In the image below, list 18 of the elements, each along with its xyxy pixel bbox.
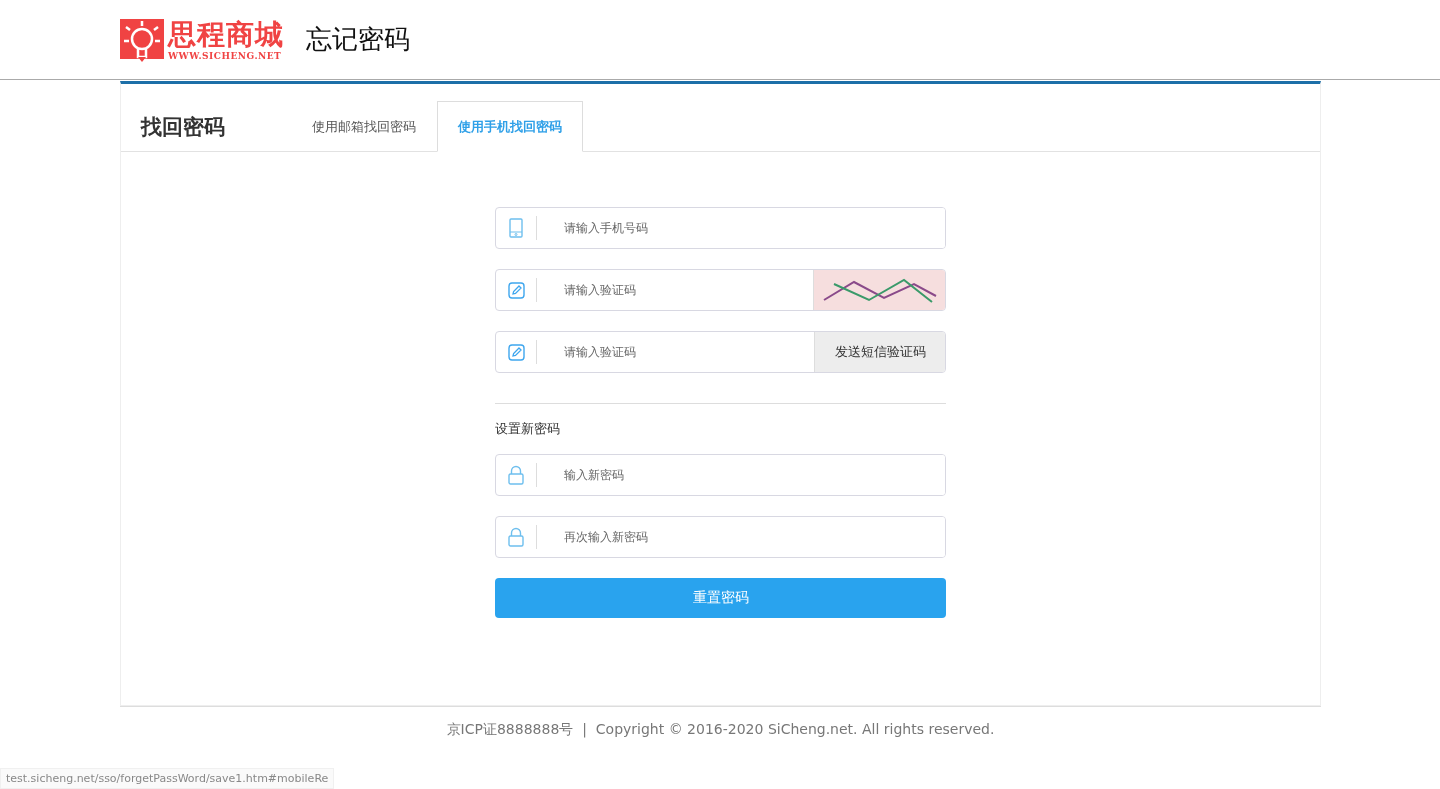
browser-status-url: test.sicheng.net/sso/forgetPassWord/save1.htm#mobileRe <box>0 768 335 789</box>
phone-icon <box>509 218 523 238</box>
edit-icon <box>507 281 525 299</box>
page-title: 忘记密码 <box>306 23 410 56</box>
logo-name: 思程商城 <box>168 18 284 51</box>
captcha-image[interactable] <box>813 270 945 310</box>
input-field[interactable]: 请输入验证码 发送短信验证码 <box>495 331 946 373</box>
lightbulb-logo-icon <box>120 16 164 63</box>
footer-copyright: 京ICP证8888888号 | Copyright © 2016-2020 SiCheng.net. All rights reserved. <box>446 721 995 739</box>
section-label: 设置新密码 <box>495 420 561 438</box>
lock-icon <box>508 465 524 485</box>
input-field[interactable]: 请输入验证码 <box>495 269 946 311</box>
panel-title: 找回密码 <box>141 113 226 141</box>
logo-url: WWW.SICHENG.NET <box>168 50 283 61</box>
lock-icon <box>508 527 524 547</box>
send-sms-code-button[interactable]: 发送短信验证码 <box>814 332 945 372</box>
edit-icon <box>507 343 525 361</box>
tab[interactable]: 使用邮箱找回密码 <box>291 101 437 152</box>
